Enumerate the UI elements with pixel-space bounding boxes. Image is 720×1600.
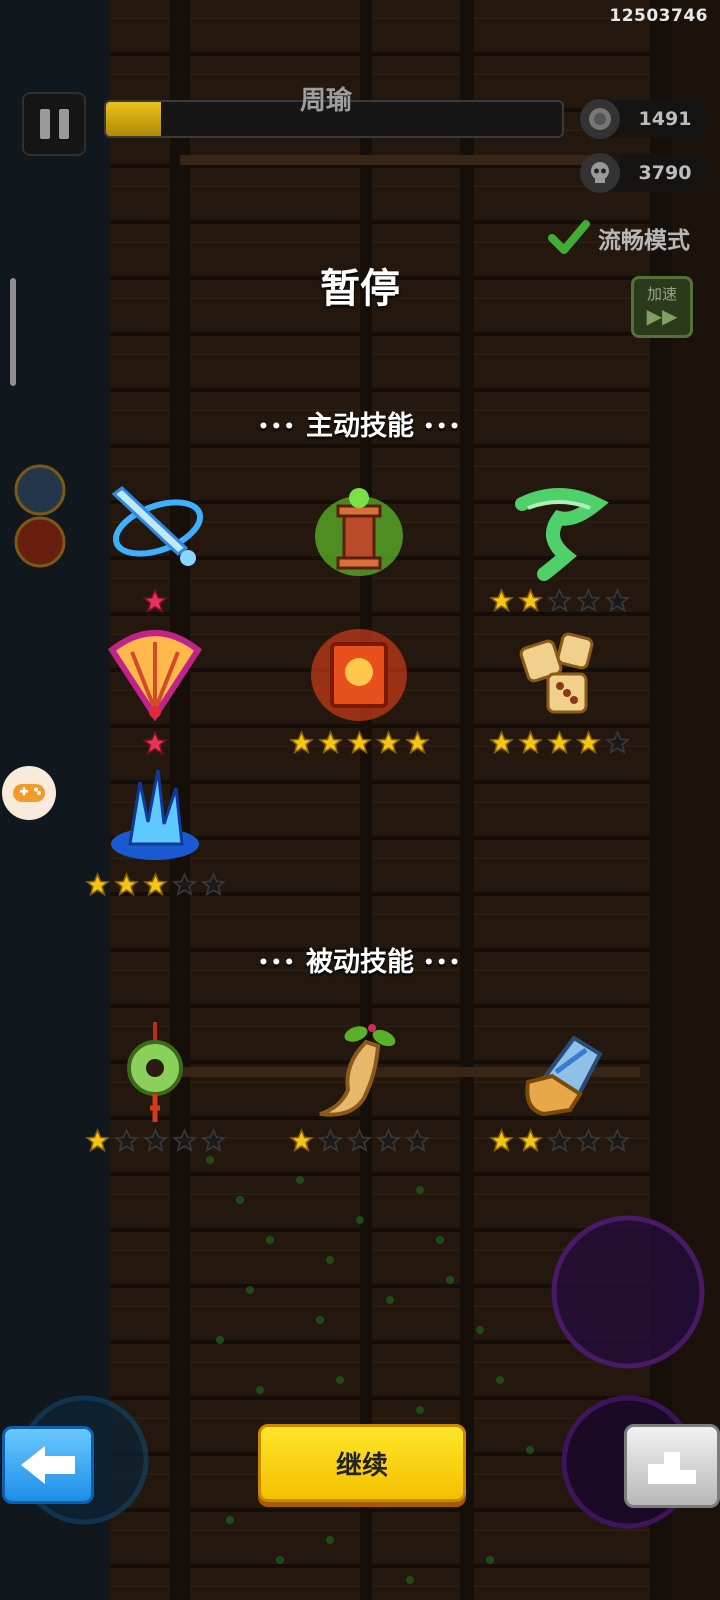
star-filled-icon xyxy=(488,730,514,755)
star-empty-icon xyxy=(604,730,630,755)
phoenix-fan-icon xyxy=(107,630,203,722)
skill-green-tower[interactable] xyxy=(284,478,434,588)
star-filled-icon xyxy=(346,730,372,755)
star-empty-icon xyxy=(317,1128,343,1153)
rank-star-icon xyxy=(142,588,168,614)
checkmark-icon xyxy=(548,220,590,254)
star-empty-icon xyxy=(404,1128,430,1153)
star-filled-icon xyxy=(517,730,543,755)
star-filled-icon xyxy=(84,1128,110,1153)
gauntlet-icon xyxy=(525,1035,603,1117)
kill-count: 3790 xyxy=(638,162,692,184)
skill-phoenix-fan[interactable] xyxy=(80,620,230,756)
star-empty-icon xyxy=(546,1128,572,1153)
star-filled-icon xyxy=(517,588,543,613)
star-empty-icon xyxy=(200,872,226,897)
star-empty-icon xyxy=(346,1128,372,1153)
podium-icon xyxy=(648,1452,696,1484)
star-filled-icon xyxy=(575,730,601,755)
coin-count: 1491 xyxy=(638,108,692,130)
back-button[interactable] xyxy=(2,1426,94,1504)
smooth-mode-label: 流畅模式 xyxy=(598,228,690,254)
skill-golden-dice[interactable] xyxy=(484,620,634,755)
pause-title: 暂停 xyxy=(320,266,400,312)
star-empty-icon xyxy=(171,872,197,897)
skill-stars xyxy=(284,730,434,755)
ginseng-icon xyxy=(319,1024,396,1117)
star-filled-icon xyxy=(288,730,314,755)
coin-counter: 1491 xyxy=(580,99,710,139)
rank-star-icon xyxy=(142,730,168,756)
star-filled-icon xyxy=(404,730,430,755)
active-skills-heading: ••• 主动技能 ••• xyxy=(257,411,463,442)
star-filled-icon xyxy=(488,1128,514,1153)
gamepad-icon xyxy=(13,784,45,802)
skill-ginseng-root[interactable] xyxy=(284,1018,434,1153)
skill-stars xyxy=(484,1128,634,1153)
star-filled-icon xyxy=(113,872,139,897)
star-filled-icon xyxy=(142,872,168,897)
star-empty-icon xyxy=(575,588,601,613)
boss-name: 周瑜 xyxy=(300,86,353,116)
back-arrow-icon xyxy=(21,1446,75,1484)
skill-stars xyxy=(80,1128,230,1153)
skill-gauntlet[interactable] xyxy=(484,1018,634,1153)
skill-jade-pendant[interactable] xyxy=(80,1018,230,1153)
skill-stars xyxy=(484,588,634,613)
fire-scroll-icon xyxy=(311,629,407,721)
passive-skills-heading: ••• 被动技能 ••• xyxy=(257,947,463,978)
star-empty-icon xyxy=(546,588,572,613)
star-empty-icon xyxy=(575,1128,601,1153)
green-tower-icon xyxy=(315,488,403,576)
player-id: 12503746 xyxy=(609,6,708,26)
star-empty-icon xyxy=(113,1128,139,1153)
skill-stars xyxy=(484,730,634,755)
star-empty-icon xyxy=(142,1128,168,1153)
skill-lightning-burst[interactable] xyxy=(80,762,230,897)
skill-green-tornado[interactable] xyxy=(484,478,634,613)
star-filled-icon xyxy=(84,872,110,897)
boss-progress-fill xyxy=(106,102,161,136)
kill-counter: 3790 xyxy=(580,153,710,193)
skill-ice-sword[interactable] xyxy=(80,478,230,614)
continue-button[interactable]: 继续 xyxy=(258,1424,466,1502)
star-filled-icon xyxy=(317,730,343,755)
coin-icon xyxy=(580,99,620,139)
gamepad-button[interactable] xyxy=(2,766,56,820)
skill-stars xyxy=(284,1128,434,1153)
star-filled-icon xyxy=(517,1128,543,1153)
star-filled-icon xyxy=(488,588,514,613)
smooth-mode-toggle[interactable]: 流畅模式 xyxy=(548,218,690,258)
star-empty-icon xyxy=(200,1128,226,1153)
pause-icon xyxy=(39,109,50,139)
tornado-icon xyxy=(515,488,609,581)
lightning-burst-icon xyxy=(111,769,199,860)
skull-icon xyxy=(580,153,620,193)
skill-fire-scroll[interactable] xyxy=(284,620,434,755)
star-empty-icon xyxy=(375,1128,401,1153)
pause-button[interactable] xyxy=(22,92,86,156)
leaderboard-button[interactable] xyxy=(624,1424,720,1508)
star-empty-icon xyxy=(604,588,630,613)
ice-sword-icon xyxy=(111,486,204,566)
star-filled-icon xyxy=(546,730,572,755)
star-filled-icon xyxy=(375,730,401,755)
skill-stars xyxy=(80,872,230,897)
star-empty-icon xyxy=(604,1128,630,1153)
star-empty-icon xyxy=(171,1128,197,1153)
jade-pendant-icon xyxy=(127,1022,183,1122)
golden-dice-icon xyxy=(519,632,594,714)
star-filled-icon xyxy=(288,1128,314,1153)
